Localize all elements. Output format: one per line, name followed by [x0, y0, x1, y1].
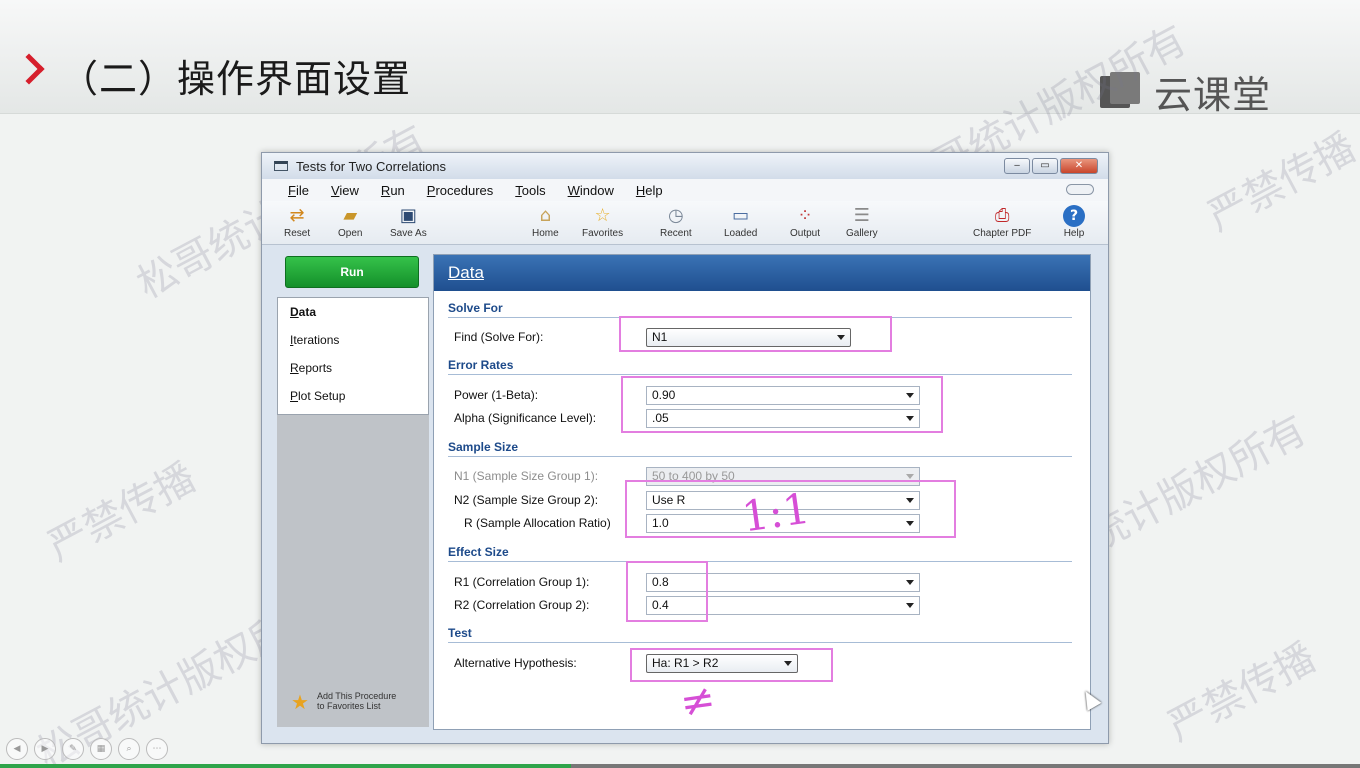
progress-bar[interactable] — [0, 764, 1360, 768]
window-stack-icon: ▭ — [732, 205, 750, 226]
menu-bar: File View Run Procedures Tools Window He… — [262, 179, 1108, 201]
run-button[interactable]: Run — [285, 256, 419, 288]
chevron-down-icon — [906, 603, 914, 608]
folder-icon: ▰ — [343, 205, 358, 226]
watermark: 严禁传播 — [1200, 124, 1360, 241]
menu-file[interactable]: File — [288, 183, 309, 198]
section-effect-size: Effect Size — [448, 545, 1072, 562]
star-icon: ☆ — [594, 205, 611, 226]
tab-iterations[interactable]: Iterations — [278, 326, 428, 354]
highlight-find — [619, 316, 892, 352]
power-label: Power (1-Beta): — [454, 388, 539, 402]
help-button[interactable]: ? Help — [1063, 205, 1085, 239]
maximize-button[interactable]: ▭ — [1032, 158, 1058, 174]
player-controls: ◀ ▶ ✎ ▦ ⌕ ⋯ — [6, 738, 168, 760]
output-button[interactable]: ⁘ Output — [790, 205, 820, 239]
home-icon: ⌂ — [539, 205, 552, 226]
progress-fill — [0, 764, 572, 768]
gallery-button[interactable]: ☰ Gallery — [846, 205, 878, 239]
chevron-down-icon — [906, 580, 914, 585]
section-test: Test — [448, 626, 1072, 643]
alpha-label: Alpha (Significance Level): — [454, 411, 597, 425]
window-controls: ‒ ▭ ✕ — [1004, 158, 1098, 174]
slide-header: （二）操作界面设置 云课堂 — [0, 0, 1360, 117]
highlight-error-rates — [621, 376, 943, 433]
tab-data[interactable]: Data — [278, 298, 428, 326]
reset-icon: ⇄ — [289, 205, 305, 226]
menu-run[interactable]: Run — [381, 183, 405, 198]
window-title: Tests for Two Correlations — [296, 158, 447, 174]
menu-procedures[interactable]: Procedures — [427, 183, 493, 198]
zoom-icon[interactable]: ⌕ — [118, 738, 140, 760]
home-button[interactable]: ⌂ Home — [532, 205, 559, 239]
chapter-pdf-button[interactable]: ⎙ Chapter PDF — [973, 205, 1031, 239]
pen-icon[interactable]: ✎ — [62, 738, 84, 760]
question-mark-icon: ? — [1063, 205, 1085, 227]
chevron-down-icon — [906, 474, 914, 479]
watermark: 严禁传播 — [40, 454, 204, 571]
slides-icon[interactable]: ▦ — [90, 738, 112, 760]
highlight-test — [630, 648, 833, 682]
handwritten-ratio: 1:1 — [738, 483, 813, 542]
r2-label: R2 (Correlation Group 2): — [454, 598, 590, 612]
next-icon[interactable]: ▶ — [34, 738, 56, 760]
favorites-button[interactable]: ☆ Favorites — [582, 205, 623, 239]
reset-button[interactable]: ⇄ Reset — [284, 205, 310, 239]
add-to-favorites-link[interactable]: ★ Add This Procedure to Favorites List — [291, 691, 397, 713]
n1-label: N1 (Sample Size Group 1): — [454, 469, 599, 483]
ribbon-toggle[interactable] — [1066, 184, 1094, 195]
menu-window[interactable]: Window — [568, 183, 614, 198]
toolbar: ⇄ Reset ▰ Open ▣ Save As ⌂ Home ☆ Favori… — [262, 201, 1108, 245]
cloud-classroom-icon — [1100, 71, 1142, 112]
recent-button[interactable]: ◷ Recent — [660, 205, 692, 239]
clock-icon: ◷ — [667, 205, 684, 226]
brand-name: 云课堂 — [1154, 73, 1272, 117]
prev-icon[interactable]: ◀ — [6, 738, 28, 760]
watermark: 严禁传播 — [1160, 634, 1324, 751]
floppy-disk-icon: ▣ — [399, 205, 417, 226]
tab-reports[interactable]: Reports — [278, 354, 428, 382]
slide-title: （二）操作界面设置 — [60, 57, 412, 101]
minimize-button[interactable]: ‒ — [1004, 158, 1030, 174]
alt-hypothesis-label: Alternative Hypothesis: — [454, 656, 577, 670]
find-label: Find (Solve For): — [454, 330, 544, 344]
menu-tools[interactable]: Tools — [515, 183, 545, 198]
tab-plot-setup[interactable]: Plot Setup — [278, 382, 428, 410]
brand-logo: 云课堂 — [1100, 64, 1271, 119]
r-label: R (Sample Allocation Ratio) — [464, 516, 611, 530]
n2-label: N2 (Sample Size Group 2): — [454, 493, 599, 507]
star-plus-icon: ★ — [291, 690, 309, 714]
chevron-right-icon — [13, 53, 45, 85]
menu-view[interactable]: View — [331, 183, 359, 198]
menu-help[interactable]: Help — [636, 183, 663, 198]
section-error-rates: Error Rates — [448, 358, 1072, 375]
output-chart-icon: ⁘ — [797, 205, 813, 226]
close-button[interactable]: ✕ — [1060, 158, 1098, 174]
open-button[interactable]: ▰ Open — [338, 205, 362, 239]
gallery-icon: ☰ — [853, 205, 870, 226]
save-as-button[interactable]: ▣ Save As — [390, 205, 427, 239]
window-icon — [274, 161, 288, 171]
nav-tabs: Data Iterations Reports Plot Setup — [277, 297, 429, 415]
r1-label: R1 (Correlation Group 1): — [454, 575, 590, 589]
nav-panel: Data Iterations Reports Plot Setup ★ Add… — [277, 297, 429, 727]
panel-header: Data — [434, 255, 1090, 291]
title-bar[interactable]: Tests for Two Correlations ‒ ▭ ✕ — [262, 153, 1108, 179]
more-icon[interactable]: ⋯ — [146, 738, 168, 760]
handwritten-not-equal: ≠ — [676, 673, 719, 728]
loaded-button[interactable]: ▭ Loaded — [724, 205, 757, 239]
highlight-effect-size — [626, 561, 708, 622]
pdf-icon: ⎙ — [994, 205, 1010, 226]
section-sample-size: Sample Size — [448, 440, 1072, 457]
